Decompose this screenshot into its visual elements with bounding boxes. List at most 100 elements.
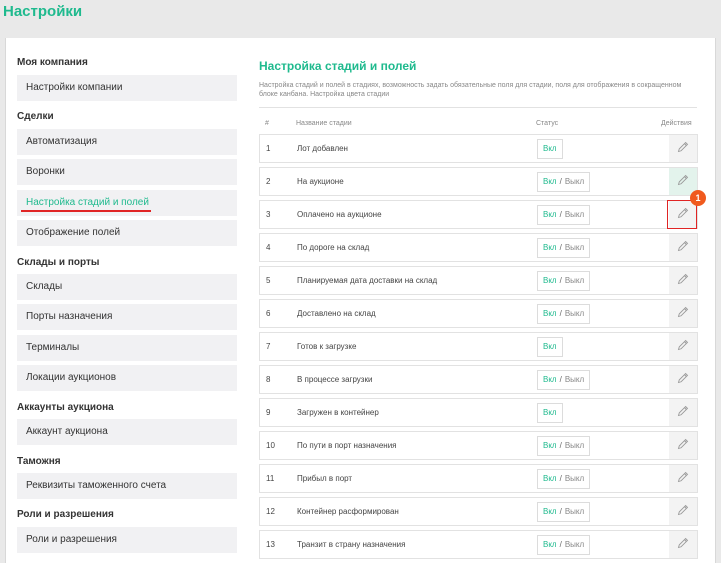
status-on[interactable]: Вкл [543,243,557,252]
status-on[interactable]: Вкл [543,408,557,417]
sidebar-item[interactable]: Локации аукционов [17,365,237,391]
status-toggle[interactable]: Вкл / Выкл [537,370,591,390]
status-toggle[interactable]: Вкл / Выкл [537,172,591,192]
sidebar-item[interactable]: Реквизиты таможенного счета [17,473,237,499]
sidebar-item[interactable]: Порты назначения [17,304,237,330]
section-title: Настройка стадий и полей [259,59,417,73]
sidebar-item[interactable]: Склады [17,274,237,300]
status-on[interactable]: Вкл [543,144,557,153]
table-row: 1 Лот добавлен Вкл [259,134,698,163]
pencil-icon [677,503,689,521]
sidebar-item[interactable]: Воронки [17,159,237,185]
active-item-underline [21,210,151,212]
stage-number: 9 [266,408,271,417]
status-toggle[interactable]: Вкл / Выкл [537,205,591,225]
sidebar-item[interactable]: Настройки компании [17,75,237,101]
status-separator: / [559,375,562,384]
status-toggle[interactable]: Вкл / Выкл [537,238,591,258]
edit-button[interactable] [669,465,697,492]
status-off[interactable]: Выкл [565,507,584,516]
pencil-icon [677,470,689,488]
stage-number: 12 [266,507,275,516]
edit-button[interactable] [669,234,697,261]
edit-button[interactable] [669,366,697,393]
edit-button[interactable] [669,267,697,294]
edit-button[interactable] [669,333,697,360]
pencil-icon [677,371,689,389]
table-row: 6 Доставлено на склад Вкл / Выкл [259,299,698,328]
edit-button[interactable] [669,135,697,162]
status-off[interactable]: Выкл [565,210,584,219]
stage-number: 4 [266,243,271,252]
sidebar-item[interactable]: Настройка стадий и полей [17,190,237,216]
table-row: 2 На аукционе Вкл / Выкл [259,167,698,196]
status-off[interactable]: Выкл [565,177,584,186]
status-toggle[interactable]: Вкл / Выкл [537,535,591,555]
status-on[interactable]: Вкл [543,507,557,516]
sidebar-item[interactable]: Терминалы [17,335,237,361]
table-row: 5 Планируемая дата доставки на склад Вкл / В… [259,266,698,295]
status-on[interactable]: Вкл [543,540,557,549]
table-row: 9 Загружен в контейнер Вкл [259,398,698,427]
status-separator: / [559,276,562,285]
sidebar-item[interactable]: Роли и разрешения [17,527,237,553]
status-toggle[interactable]: Вкл [537,403,563,423]
sidebar-group-title: Роли и разрешения [17,509,114,520]
status-toggle[interactable]: Вкл [537,139,563,159]
edit-button[interactable] [669,498,697,525]
stage-name: Прибыл в порт [297,474,353,483]
column-header-name: Название стадии [296,120,352,127]
pencil-icon [677,239,689,257]
table-row: 8 В процессе загрузки Вкл / Выкл [259,365,698,394]
status-on[interactable]: Вкл [543,474,557,483]
status-on[interactable]: Вкл [543,177,557,186]
status-on[interactable]: Вкл [543,342,557,351]
sidebar-item[interactable]: Отображение полей [17,220,237,246]
stage-name: Планируемая дата доставки на склад [297,276,438,285]
status-separator: / [559,474,562,483]
status-on[interactable]: Вкл [543,309,557,318]
status-on[interactable]: Вкл [543,210,557,219]
section-description: Настройка стадий и полей в стадиях, возм… [259,82,682,98]
stage-name: По пути в порт назначения [297,441,397,450]
status-toggle[interactable]: Вкл / Выкл [537,469,591,489]
status-on[interactable]: Вкл [543,375,557,384]
stage-name: В процессе загрузки [297,375,373,384]
status-separator: / [559,309,562,318]
edit-button[interactable] [669,432,697,459]
sidebar-item[interactable]: Аккаунт аукциона [17,419,237,445]
settings-panel: Моя компания Настройки компании Сделки Авто… [5,38,716,563]
stage-name: На аукционе [297,177,344,186]
status-on[interactable]: Вкл [543,441,557,450]
stage-number: 13 [266,540,275,549]
column-header-status: Статус [536,120,559,127]
status-off[interactable]: Выкл [565,441,584,450]
status-toggle[interactable]: Вкл [537,337,563,357]
status-separator: / [559,540,562,549]
status-toggle[interactable]: Вкл / Выкл [537,304,591,324]
status-toggle[interactable]: Вкл / Выкл [537,271,591,291]
status-off[interactable]: Выкл [565,243,584,252]
status-separator: / [559,177,562,186]
sidebar-item[interactable]: Автоматизация [17,129,237,155]
status-off[interactable]: Выкл [565,276,584,285]
stage-name: Транзит в страну назначения [297,540,406,549]
status-on[interactable]: Вкл [543,276,557,285]
stage-name: Лот добавлен [297,144,348,153]
edit-button[interactable] [669,300,697,327]
pencil-icon [677,536,689,554]
status-off[interactable]: Выкл [565,540,584,549]
status-separator: / [559,507,562,516]
status-separator: / [559,441,562,450]
status-off[interactable]: Выкл [565,474,584,483]
stage-number: 1 [266,144,271,153]
status-off[interactable]: Выкл [565,309,584,318]
status-off[interactable]: Выкл [565,375,584,384]
status-toggle[interactable]: Вкл / Выкл [537,502,591,522]
edit-button[interactable] [669,531,697,558]
status-toggle[interactable]: Вкл / Выкл [537,436,591,456]
stage-number: 11 [266,474,275,483]
table-row: 3 Оплачено на аукционе Вкл / Выкл [259,200,698,229]
edit-button[interactable] [669,399,697,426]
pencil-icon [677,338,689,356]
